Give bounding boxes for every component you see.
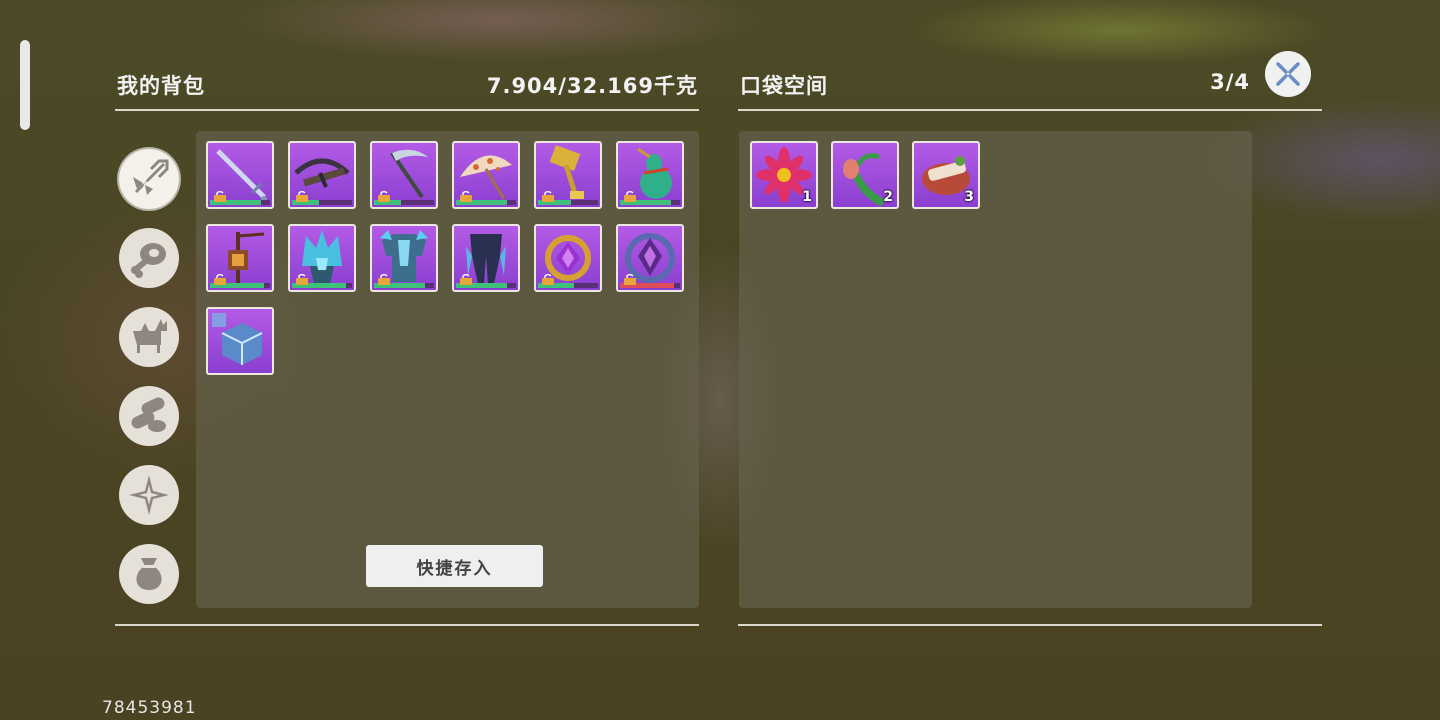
backpack-title: 我的背包 — [117, 74, 205, 98]
category-bag-button[interactable] — [119, 544, 179, 604]
pocket-item-slot[interactable]: 1 — [750, 141, 818, 209]
sparkle-icon — [129, 475, 169, 515]
lock-icon — [460, 274, 472, 285]
backpack-item-slot[interactable] — [534, 141, 602, 209]
category-food-button[interactable] — [119, 228, 179, 288]
category-weapon-button[interactable] — [119, 149, 179, 209]
food-meat-icon — [131, 243, 166, 278]
backpack-header-divider — [115, 109, 699, 111]
category-mount-button[interactable] — [119, 307, 179, 367]
backpack-item-slot[interactable] — [452, 224, 520, 292]
backpack-item-slot[interactable] — [616, 224, 684, 292]
pocket-item-slot[interactable]: 2 — [831, 141, 899, 209]
backpack-item-slot[interactable] — [616, 141, 684, 209]
side-scroll-handle[interactable] — [20, 40, 30, 130]
backpack-item-slot[interactable] — [206, 224, 274, 292]
category-medicine-button[interactable] — [119, 386, 179, 446]
quick-store-button[interactable]: 快捷存入 — [366, 545, 543, 587]
pouch-bag-icon — [136, 558, 162, 590]
backpack-item-grid — [206, 141, 696, 381]
item-count: 3 — [964, 189, 974, 205]
weapon-icon — [133, 159, 169, 195]
backpack-footer-divider — [115, 624, 699, 626]
pocket-footer-divider — [738, 624, 1322, 626]
medicine-pill-icon — [131, 397, 166, 432]
pocket-capacity: 3/4 — [1210, 70, 1250, 94]
lock-icon — [624, 274, 636, 285]
lock-icon — [624, 191, 636, 202]
backpack-weight: 7.904/32.169千克 — [486, 74, 698, 98]
close-button[interactable] — [1265, 51, 1311, 97]
item-count: 2 — [883, 189, 893, 205]
pocket-header-divider — [738, 109, 1322, 111]
lock-icon — [542, 191, 554, 202]
mount-icon — [133, 319, 167, 353]
lock-icon — [460, 191, 472, 202]
backpack-item-slot[interactable] — [370, 224, 438, 292]
lock-icon — [378, 274, 390, 285]
backpack-item-slot[interactable] — [452, 141, 520, 209]
player-id: 78453981 — [102, 698, 197, 718]
backpack-item-slot[interactable] — [288, 224, 356, 292]
backpack-item-slot[interactable] — [288, 141, 356, 209]
lock-icon — [296, 191, 308, 202]
item-count: 1 — [802, 189, 812, 205]
close-icon — [1276, 62, 1300, 86]
backpack-item-slot[interactable] — [206, 141, 274, 209]
pocket-item-grid: 1 2 3 — [750, 141, 1250, 221]
lock-icon — [542, 274, 554, 285]
lock-icon — [214, 191, 226, 202]
backpack-item-slot[interactable] — [534, 224, 602, 292]
pocket-item-slot[interactable]: 3 — [912, 141, 980, 209]
backpack-item-slot[interactable] — [370, 141, 438, 209]
backpack-item-slot[interactable] — [206, 307, 274, 375]
magic-cube-icon — [212, 313, 263, 365]
lock-icon — [296, 274, 308, 285]
lock-icon — [214, 274, 226, 285]
pocket-title: 口袋空间 — [740, 74, 828, 98]
lock-icon — [378, 191, 390, 202]
category-special-button[interactable] — [119, 465, 179, 525]
